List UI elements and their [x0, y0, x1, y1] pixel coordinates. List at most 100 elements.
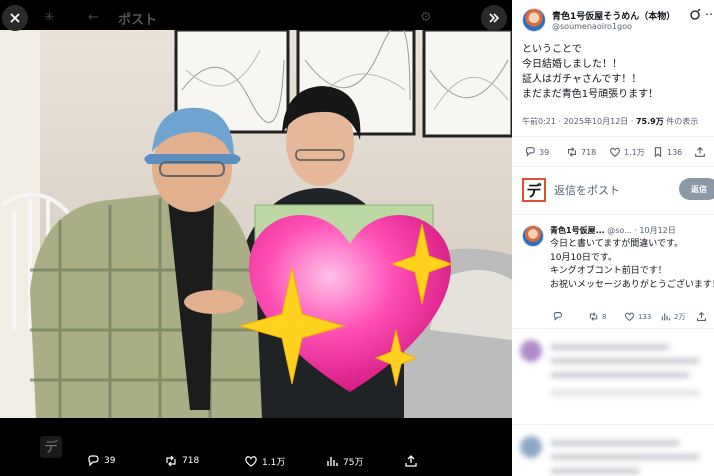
like-stat[interactable]: 1.1万 — [609, 146, 645, 158]
reply-author-name[interactable]: 青色1号仮屋... — [550, 226, 605, 235]
viewer-header-title: ポスト — [118, 13, 158, 28]
reply-composer: デ 返信をポスト 返信 — [522, 176, 714, 204]
reply-text-line: 今日と書いてますが間違いです。 — [550, 239, 684, 249]
like-count: 1.1万 — [624, 147, 645, 157]
share-icon — [697, 311, 706, 321]
photo-illustration — [0, 30, 512, 418]
blurred-line — [550, 468, 640, 474]
author-name[interactable]: 青色1号仮屋そうめん（本物） — [552, 9, 675, 22]
heart-icon — [624, 312, 635, 322]
viewer-reply-action[interactable]: 39 — [86, 454, 115, 468]
viewer-repost-action[interactable]: 718 — [164, 454, 199, 468]
post-text-line: 今日結婚しました！！ — [522, 59, 622, 70]
reply-repost-stat[interactable]: 8 — [588, 311, 606, 322]
avatar — [520, 340, 542, 362]
reply-icon — [553, 312, 562, 321]
viewer-views-action[interactable]: 75万 — [325, 454, 363, 468]
tweet-panel: 青色1号仮屋そうめん（本物） @soumenaoiro1goo ⋯ ということで… — [512, 0, 714, 476]
blurred-line — [550, 358, 700, 364]
compose-glyph-icon: デ — [40, 436, 62, 458]
heart-icon — [245, 456, 257, 467]
reply-icon — [88, 455, 99, 467]
settings-icon: ⚙ — [420, 10, 432, 25]
post-text-line: ということで — [522, 44, 582, 55]
divider — [512, 424, 714, 425]
post-text: ということで 今日結婚しました！！ 証人はガチャさんです！！ まだまだ青色1号頑… — [522, 42, 710, 102]
avatar — [520, 436, 542, 458]
grok-icon[interactable] — [689, 9, 701, 21]
reply-text: 今日と書いてますが間違いです。 10月10日です。 キングオブコント前日です！ … — [550, 238, 714, 292]
post-author: 青色1号仮屋そうめん（本物） @soumenaoiro1goo ⋯ — [522, 6, 714, 36]
reply-input[interactable]: 返信をポスト — [554, 182, 620, 198]
expand-panel-button[interactable] — [481, 5, 507, 31]
viewer-like-count: 1.1万 — [262, 457, 286, 468]
author-handle[interactable]: @soumenaoiro1goo — [552, 22, 632, 31]
share-stat[interactable] — [694, 146, 706, 158]
viewer-views-count: 75万 — [343, 457, 364, 468]
avatar[interactable] — [522, 225, 544, 247]
post-meta: 午前0:21 · 2025年10月12日 · 75.9万 件の表示 — [522, 116, 698, 127]
avatar[interactable] — [522, 8, 546, 32]
reply-text-line: キングオブコント前日です！ — [550, 266, 667, 276]
close-icon — [10, 13, 20, 23]
reply-text-line: 10月10日です。 — [550, 252, 618, 263]
viewer-reply-count: 39 — [104, 456, 116, 466]
reply-icon — [526, 147, 535, 157]
blurred-reply — [520, 340, 710, 410]
divider — [512, 166, 714, 167]
post-text-line: 証人はガチャさんです！！ — [522, 74, 642, 85]
divider — [512, 136, 714, 137]
repost-icon — [166, 455, 176, 467]
reply-header: 青色1号仮屋... @so... · 10月12日 — [550, 225, 714, 236]
viewer-share-action[interactable] — [404, 454, 418, 468]
more-options-icon[interactable]: ⋯ — [705, 7, 714, 21]
app-root: ✳ ← ポスト ⚙ デ 39 718 1.1万 75万 青色1号仮屋そうめん（本… — [0, 0, 714, 476]
bookmark-stat[interactable]: 136 — [652, 146, 682, 158]
post-view-count: 75.9万 — [635, 117, 664, 126]
viewer-repost-count: 718 — [182, 456, 200, 466]
media-viewer: ✳ ← ポスト ⚙ デ 39 718 1.1万 75万 — [0, 0, 512, 476]
bookmark-count: 136 — [667, 147, 683, 157]
reply-like-stat[interactable]: 133 — [624, 311, 651, 322]
blurred-line — [550, 454, 700, 460]
blurred-line — [550, 440, 680, 446]
repost-icon — [568, 147, 576, 157]
divider — [512, 328, 714, 329]
reply-views-count: 2万 — [674, 312, 686, 321]
post-view-label: 件の表示 — [663, 117, 699, 126]
blurred-line — [550, 372, 690, 378]
repost-stat[interactable]: 718 — [566, 146, 596, 158]
viewer-top-bar: ✳ ← ポスト ⚙ — [0, 0, 512, 34]
viewer-like-action[interactable]: 1.1万 — [244, 454, 285, 468]
blurred-line — [550, 390, 700, 396]
repost-icon — [589, 312, 598, 321]
reply-share-stat[interactable] — [696, 311, 707, 322]
post-photo[interactable] — [0, 30, 512, 418]
reply-button[interactable]: 返信 — [679, 178, 714, 200]
reply-views-stat[interactable]: 2万 — [660, 311, 685, 322]
sparkle-icon: ✳ — [44, 10, 55, 25]
reply-author-handle[interactable]: @so... · 10月12日 — [607, 226, 676, 235]
reply-repost-count: 8 — [602, 312, 607, 321]
double-chevron-right-icon — [489, 13, 500, 23]
reply-like-count: 133 — [638, 312, 652, 321]
bookmark-icon — [654, 147, 662, 158]
blurred-reply — [520, 436, 710, 476]
back-arrow-icon: ← — [88, 10, 99, 25]
reply-stat[interactable]: 39 — [524, 146, 549, 158]
close-button[interactable] — [2, 5, 28, 31]
divider — [512, 214, 714, 215]
user-glyph-icon: デ — [522, 178, 546, 202]
share-icon — [695, 146, 705, 157]
reply-reply-stat[interactable] — [552, 311, 563, 322]
reply-count: 39 — [539, 147, 550, 157]
share-icon — [405, 455, 417, 467]
blurred-line — [550, 344, 670, 350]
analytics-icon — [661, 313, 670, 321]
post-timestamp[interactable]: 午前0:21 · 2025年10月12日 · — [522, 117, 636, 126]
reply-text-line: お祝いメッセージありがとうございます！ — [550, 279, 714, 290]
analytics-icon — [327, 457, 338, 466]
repost-count: 718 — [581, 147, 597, 157]
post-text-line: まだまだ青色1号頑張ります！ — [522, 89, 659, 100]
heart-icon — [610, 147, 620, 157]
